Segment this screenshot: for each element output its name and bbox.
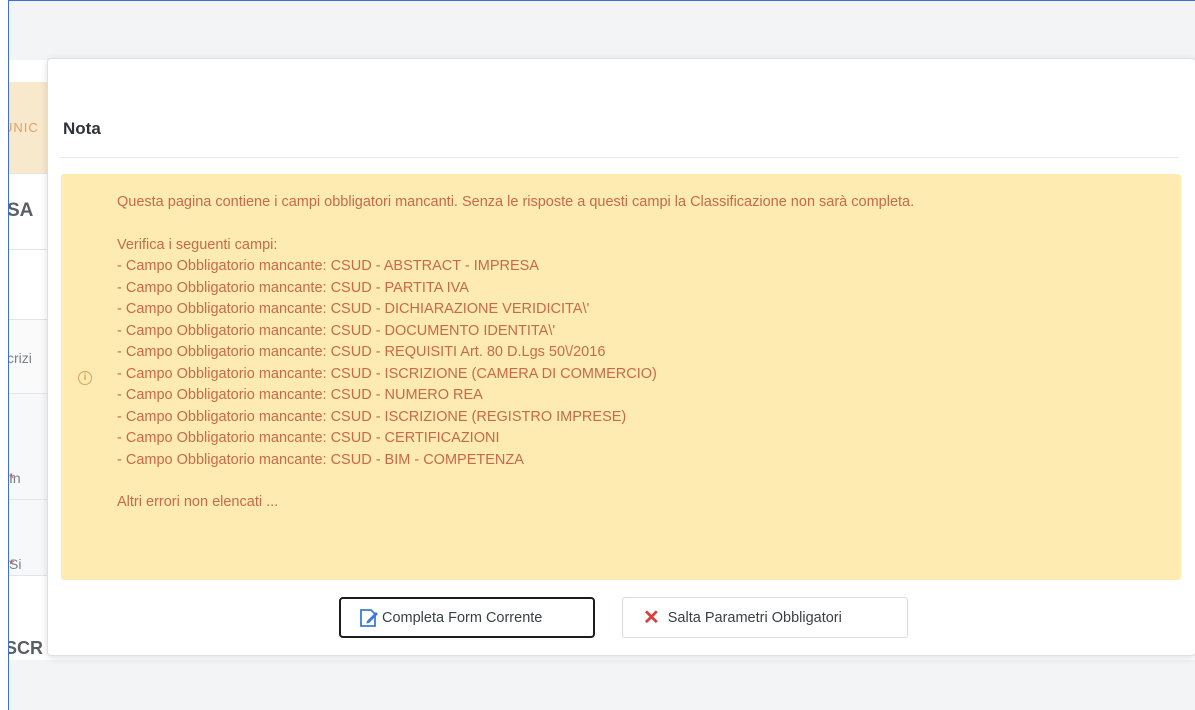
skip-required-button[interactable]: ✕ Salta Parametri Obbligatori — [622, 597, 908, 638]
info-circle-icon: i — [78, 371, 92, 385]
warning-alert: i Questa pagina contiene i campi obbliga… — [61, 174, 1181, 580]
complete-form-button[interactable]: Completa Form Corrente — [339, 597, 595, 638]
list-item: - Campo Obbligatorio mancante: CSUD - BI… — [117, 451, 524, 468]
edit-icon — [360, 608, 378, 627]
close-x-icon: ✕ — [643, 606, 660, 629]
complete-form-label: Completa Form Corrente — [382, 609, 543, 626]
dialog-divider — [60, 157, 1179, 158]
list-item: - Campo Obbligatorio mancante: CSUD - IS… — [117, 365, 657, 382]
list-item: - Campo Obbligatorio mancante: CSUD - IS… — [117, 408, 627, 425]
dialog-title: Nota — [63, 119, 101, 138]
verify-heading: Verifica i seguenti campi: — [117, 236, 278, 253]
list-item: - Campo Obbligatorio mancante: CSUD - RE… — [117, 344, 606, 360]
missing-fields-list: - Campo Obbligatorio mancante: CSUD - AB… — [117, 256, 1177, 471]
alert-message: Questa pagina contiene i campi obbligato… — [117, 194, 915, 210]
list-item: - Campo Obbligatorio mancante: CSUD - PA… — [117, 279, 469, 296]
list-item: - Campo Obbligatorio mancante: CSUD - CE… — [117, 430, 500, 446]
alert-content: Questa pagina contiene i campi obbligato… — [117, 192, 1177, 514]
list-item: - Campo Obbligatorio mancante: CSUD - NU… — [117, 387, 483, 403]
list-item: - Campo Obbligatorio mancante: CSUD - DO… — [117, 322, 556, 339]
other-errors-note: Altri errori non elencati ... — [117, 494, 279, 510]
skip-required-label: Salta Parametri Obbligatori — [667, 609, 842, 626]
note-dialog: Nota i Questa pagina contiene i campi ob… — [47, 58, 1195, 656]
list-item: - Campo Obbligatorio mancante: CSUD - DI… — [117, 301, 590, 317]
list-item: - Campo Obbligatorio mancante: CSUD - AB… — [117, 258, 539, 274]
